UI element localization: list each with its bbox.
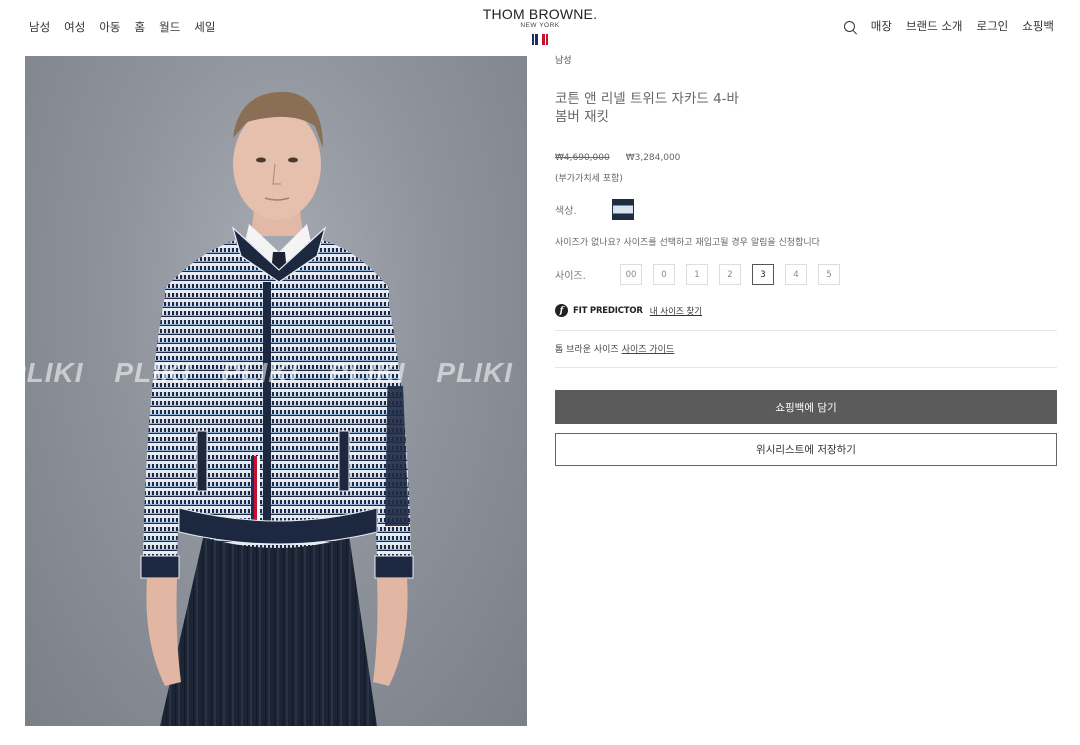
size-label: 사이즈.	[555, 271, 586, 282]
nav-shopping-bag[interactable]: 쇼핑백	[1022, 18, 1054, 34]
fit-predictor: f FIT PREDICTOR 내 사이즈 찾기	[555, 304, 1057, 317]
breadcrumb[interactable]: 남성	[555, 53, 1057, 66]
divider	[555, 367, 1057, 368]
add-to-bag-button[interactable]: 쇼핑백에 담기	[555, 390, 1057, 424]
size-restock-notice: 사이즈가 없나요? 사이즈를 선택하고 재입고될 경우 알림을 신청합니다	[555, 238, 820, 248]
search-icon[interactable]	[843, 21, 858, 35]
model-photo	[140, 91, 414, 726]
save-to-wishlist-button[interactable]: 위시리스트에 저장하기	[555, 433, 1057, 466]
nav-brand-about[interactable]: 브랜드 소개	[906, 18, 963, 34]
vat-note: (부가가치세 포함)	[555, 174, 623, 184]
product-title: 코튼 앤 리넬 트위드 자카드 4-바 봄버 재킷	[555, 91, 739, 125]
size-option-4[interactable]: 4	[785, 264, 807, 285]
size-selector: 사이즈. 00 0 1 2 3 4 5	[555, 264, 1057, 285]
nav-stores[interactable]: 매장	[871, 18, 892, 34]
size-option-2[interactable]: 2	[719, 264, 741, 285]
size-guide-row: 톰 브라운 사이즈 사이즈 가이드	[555, 342, 1057, 355]
size-option-00[interactable]: 00	[620, 264, 642, 285]
utility-nav: 매장 브랜드 소개 로그인 쇼핑백	[843, 18, 1054, 35]
watermark-text: PLIKI PLIKI PLIKI PLIKI PLIKI	[25, 357, 513, 388]
color-selector: 색상.	[555, 199, 1057, 220]
fit-predictor-icon: f	[555, 304, 568, 317]
price-row: ₩4,690,000 ₩3,284,000	[555, 153, 1057, 163]
divider	[555, 330, 1057, 331]
size-guide-link[interactable]: 사이즈 가이드	[622, 342, 675, 355]
size-option-1[interactable]: 1	[686, 264, 708, 285]
find-my-size-link[interactable]: 내 사이즈 찾기	[650, 305, 702, 317]
color-swatch-navy-white[interactable]	[612, 199, 634, 220]
size-option-5[interactable]: 5	[818, 264, 840, 285]
product-details: 남성 코튼 앤 리넬 트위드 자카드 4-바 봄버 재킷 ₩4,690,000 …	[555, 53, 1057, 466]
sale-price: ₩3,284,000	[625, 153, 681, 163]
fit-predictor-label: FIT PREDICTOR	[573, 305, 643, 316]
size-options: 00 0 1 2 3 4 5	[620, 264, 840, 285]
color-label: 색상.	[555, 206, 577, 217]
product-image[interactable]: PLIKI PLIKI PLIKI PLIKI PLIKI	[25, 56, 527, 726]
size-option-3[interactable]: 3	[752, 264, 774, 285]
size-guide-prefix: 톰 브라운 사이즈	[555, 345, 619, 355]
tricolor-flag-icon	[531, 34, 549, 45]
nav-login[interactable]: 로그인	[977, 18, 1009, 34]
original-price: ₩4,690,000	[555, 153, 610, 163]
size-option-0[interactable]: 0	[653, 264, 675, 285]
